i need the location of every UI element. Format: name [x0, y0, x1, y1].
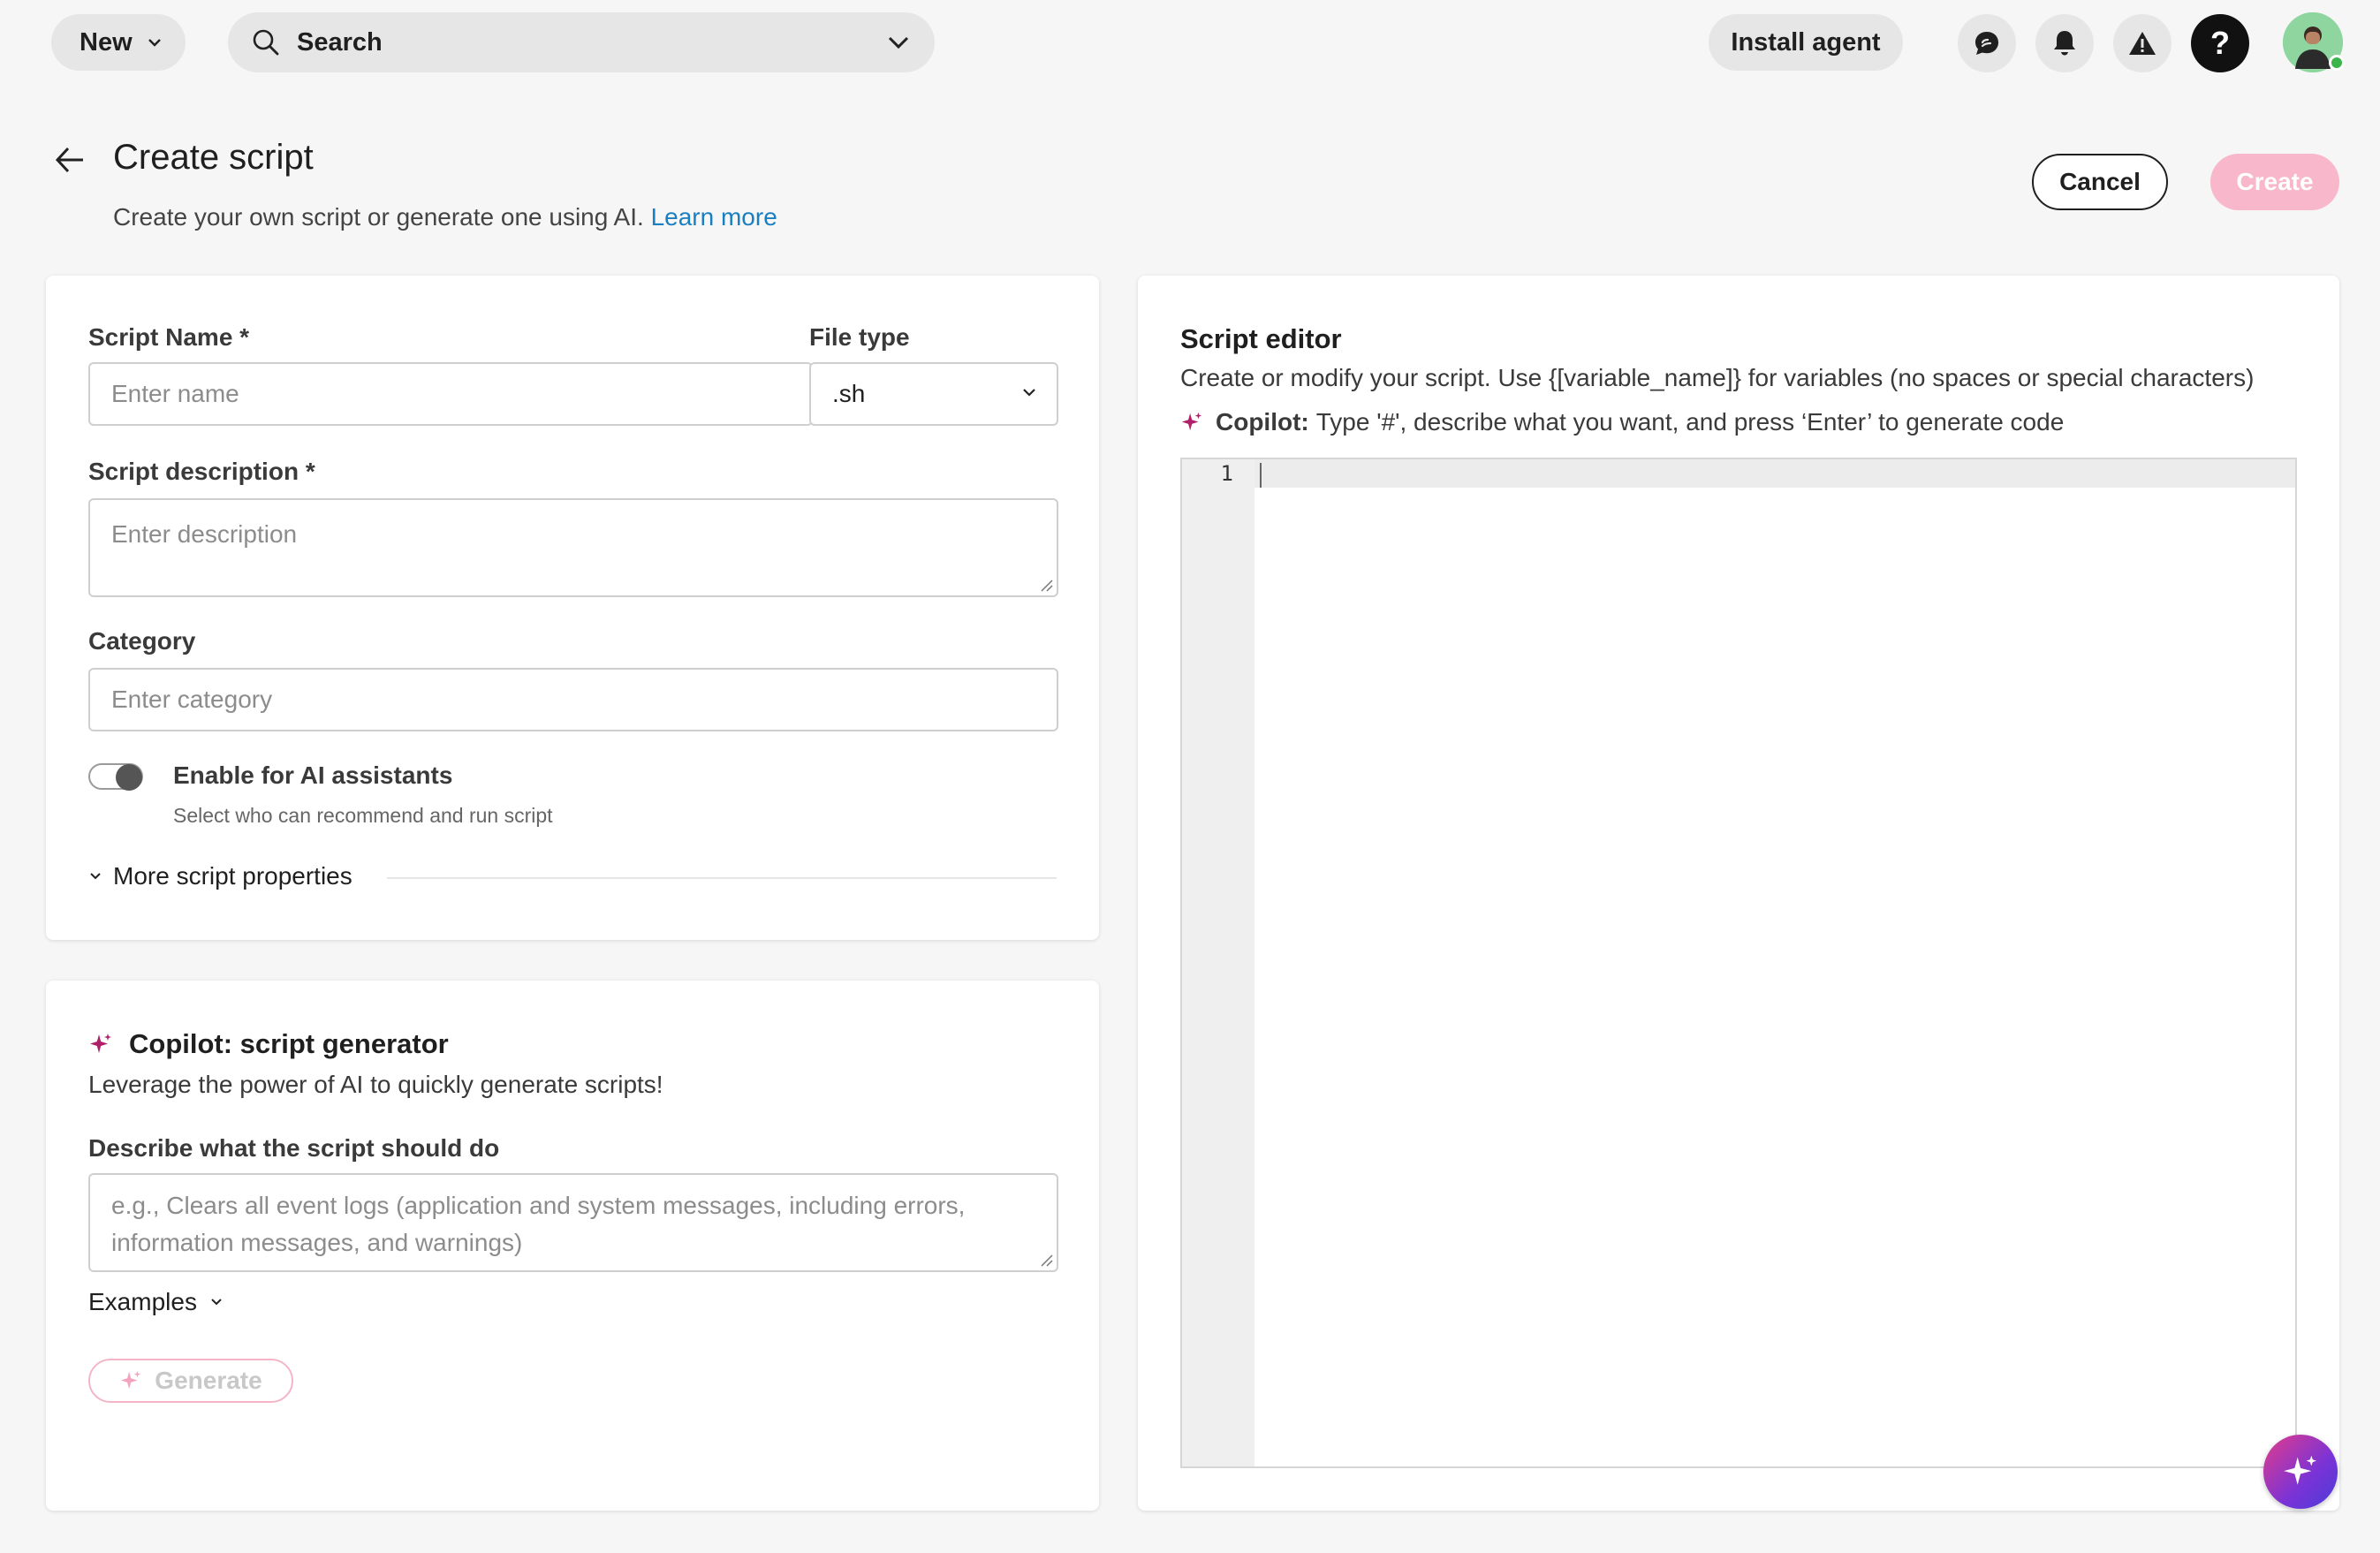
script-editor-title: Script editor [1180, 323, 1342, 354]
editor-copilot-hint: Copilot: Type '#', describe what you wan… [1180, 408, 2064, 436]
cancel-button[interactable]: Cancel [2032, 154, 2168, 210]
new-button[interactable]: New [51, 14, 186, 71]
script-editor-subtitle: Create or modify your script. Use {[vari… [1180, 364, 2255, 391]
online-status-dot [2329, 55, 2345, 71]
avatar[interactable] [2283, 12, 2345, 72]
search-icon [253, 29, 279, 56]
chevron-down-icon [211, 1299, 222, 1306]
copilot-prompt-placeholder: e.g., Clears all event logs (application… [111, 1192, 966, 1256]
category-input[interactable]: Enter category [88, 668, 1058, 731]
copilot-generator-title-text: Copilot: script generator [129, 1028, 449, 1059]
toggle-knob [116, 764, 142, 791]
page-title: Create script [113, 138, 314, 177]
copilot-generator-title: Copilot: script generator [88, 1028, 449, 1060]
script-description-placeholder: Enter description [111, 520, 298, 548]
category-label: Category [88, 627, 196, 655]
top-bar: New Search Install agent ? [0, 0, 2380, 85]
help-icon: ? [2210, 25, 2230, 61]
ai-assistant-description: Select who can recommend and run script [173, 804, 553, 827]
chat-icon [1975, 32, 1998, 55]
active-line-highlight [1254, 459, 2295, 488]
script-name-input[interactable]: Enter name [88, 362, 813, 426]
file-type-select[interactable]: .sh [809, 362, 1058, 426]
copilot-generator-subtitle: Leverage the power of AI to quickly gene… [88, 1071, 663, 1098]
copilot-generator-card: Copilot: script generator Leverage the p… [46, 981, 1099, 1511]
back-arrow-icon[interactable] [53, 143, 87, 177]
notifications-button[interactable] [2035, 14, 2094, 72]
generate-label: Generate [155, 1367, 262, 1394]
more-properties-toggle[interactable]: More script properties [88, 862, 352, 890]
examples-label: Examples [88, 1288, 197, 1315]
code-editor[interactable]: 1 [1180, 458, 2297, 1468]
search-bar[interactable]: Search [228, 12, 935, 72]
ai-assistant-toggle[interactable] [88, 763, 143, 791]
page-subtitle-text: Create your own script or generate one u… [113, 203, 644, 231]
sparkle-icon [121, 1370, 141, 1390]
help-button[interactable]: ? [2191, 14, 2249, 72]
alerts-button[interactable] [2113, 14, 2172, 72]
more-properties-label: More script properties [113, 862, 352, 890]
sparkle-icon [1181, 412, 1202, 431]
app-root: New Search Install agent ? Create script… [0, 0, 2380, 1553]
chat-button[interactable] [1958, 14, 2016, 72]
line-number: 1 [1220, 461, 1233, 486]
file-type-value: .sh [832, 380, 866, 407]
text-cursor [1260, 463, 1262, 488]
create-button[interactable]: Create [2210, 154, 2339, 210]
copilot-hint-text: Type '#', describe what you want, and pr… [1315, 408, 2065, 436]
script-editor-card: Script editor Create or modify your scri… [1138, 276, 2339, 1511]
ai-assistant-fab[interactable] [2263, 1435, 2338, 1509]
script-name-label: Script Name * [88, 323, 250, 351]
script-description-label: Script description * [88, 458, 315, 485]
install-agent-button[interactable]: Install agent [1709, 14, 1903, 71]
category-placeholder: Enter category [111, 686, 273, 713]
sparkle-icon [2284, 1455, 2317, 1485]
chevron-down-icon [888, 36, 909, 49]
resize-grip-icon[interactable] [1039, 1253, 1053, 1267]
sparkle-icon [90, 1034, 111, 1053]
resize-grip-icon[interactable] [1039, 578, 1053, 592]
script-description-input[interactable]: Enter description [88, 498, 1058, 597]
install-agent-label: Install agent [1731, 27, 1881, 57]
bell-icon [2054, 31, 2075, 56]
chevron-down-icon [1023, 389, 1035, 397]
chevron-down-icon [90, 873, 101, 880]
script-name-placeholder: Enter name [111, 380, 239, 407]
learn-more-link[interactable]: Learn more [651, 203, 777, 231]
copilot-prompt-input[interactable]: e.g., Clears all event logs (application… [88, 1173, 1058, 1272]
search-label: Search [297, 27, 383, 57]
copilot-prefix: Copilot: [1216, 408, 1309, 436]
ai-assistant-label: Enable for AI assistants [173, 761, 453, 789]
divider [387, 877, 1057, 879]
file-type-label: File type [809, 323, 910, 351]
page-subtitle: Create your own script or generate one u… [113, 203, 777, 231]
generate-button[interactable]: Generate [88, 1359, 293, 1403]
prompt-label: Describe what the script should do [88, 1134, 500, 1162]
line-number-gutter: 1 [1182, 459, 1254, 1466]
new-button-label: New [80, 27, 133, 57]
examples-dropdown[interactable]: Examples [88, 1288, 224, 1316]
script-details-card: Script Name * Enter name File type .sh S… [46, 276, 1099, 940]
warning-icon [2129, 32, 2156, 55]
chevron-down-icon [148, 39, 161, 47]
